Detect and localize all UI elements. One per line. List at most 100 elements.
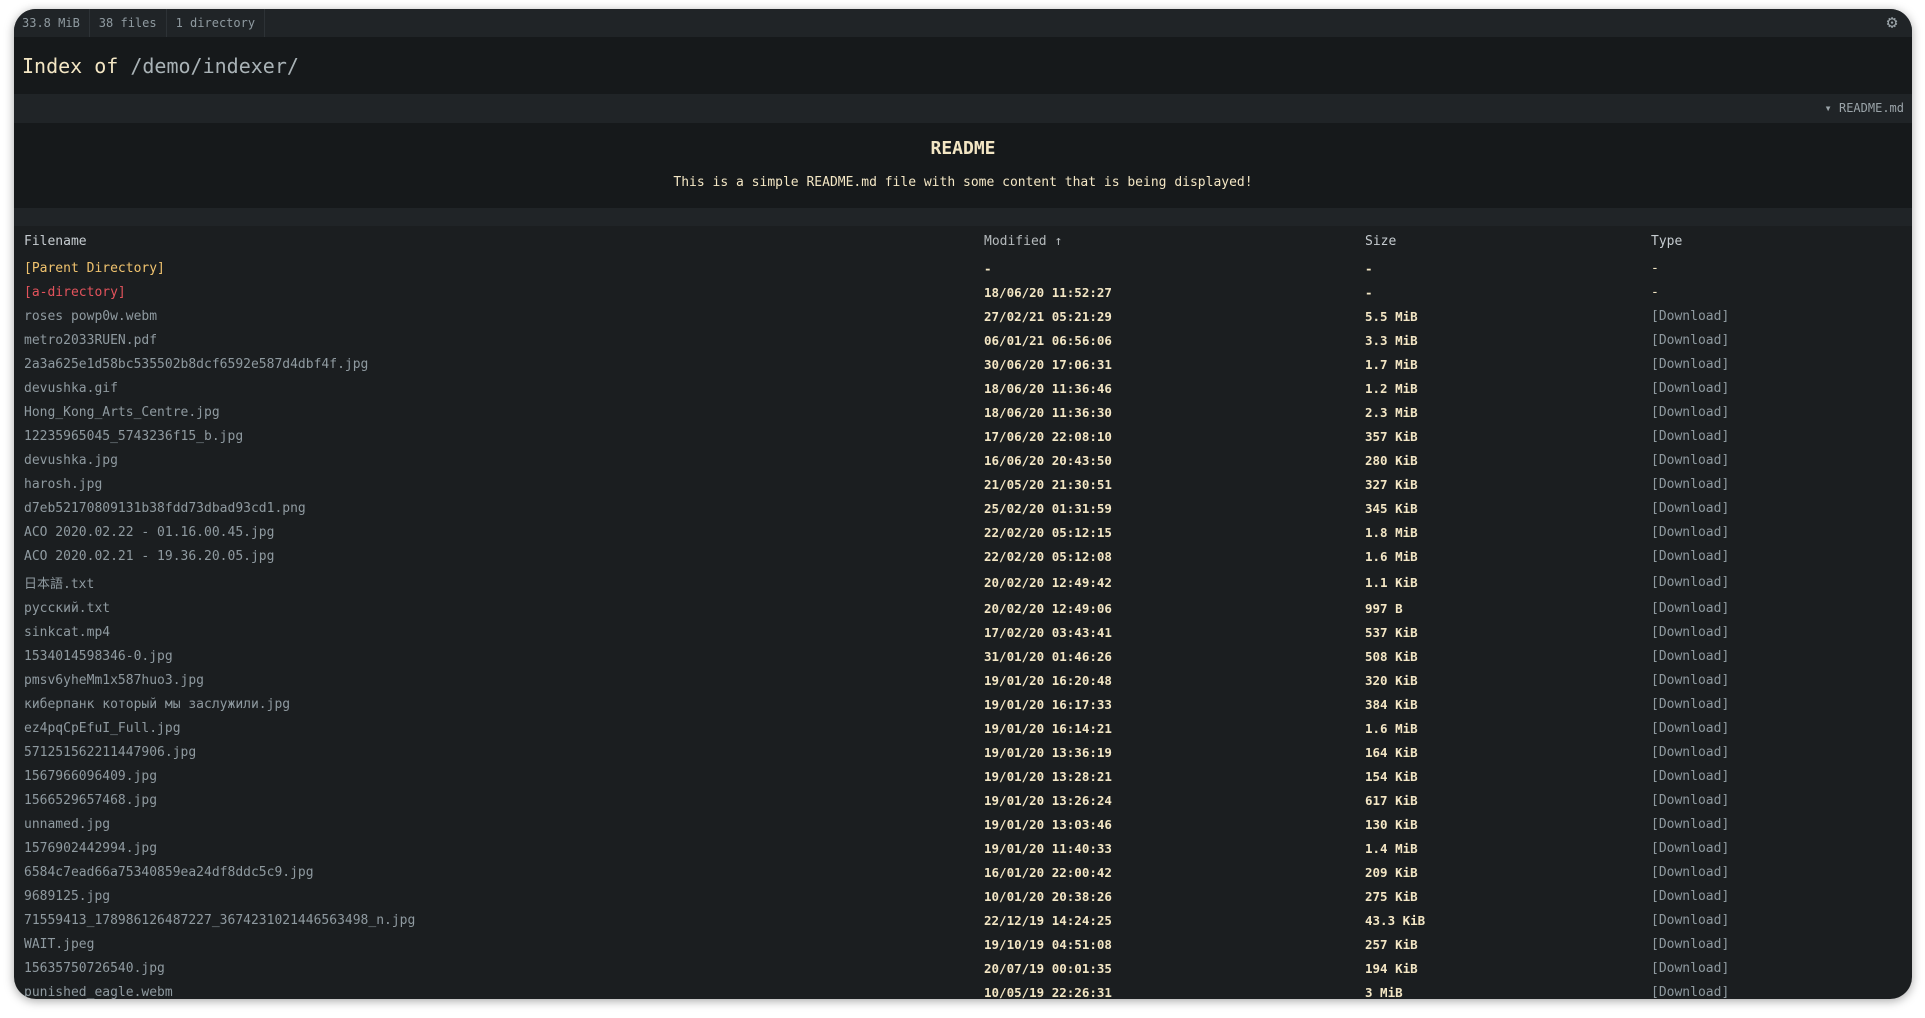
file-count-stat: 38 files [90,9,167,37]
size-cell: 130 KiB [1365,816,1418,832]
size-cell: 43.3 KiB [1365,912,1426,928]
file-link[interactable]: devushka.jpg [14,448,974,472]
modified-cell: 19/01/20 13:36:19 [984,744,1112,760]
file-link[interactable]: pmsv6yheMm1x587huo3.jpg [14,668,974,692]
download-link[interactable]: [Download] [1641,716,1912,740]
file-link[interactable]: harosh.jpg [14,472,974,496]
directory-link[interactable]: [a-directory] [14,280,974,304]
download-link[interactable]: [Download] [1641,596,1912,620]
size-cell: 357 KiB [1365,428,1418,444]
file-link[interactable]: 71559413_178986126487227_367423102144656… [14,908,974,932]
download-link[interactable]: [Download] [1641,496,1912,520]
modified-cell: 19/01/20 16:14:21 [984,720,1112,736]
download-link[interactable]: [Download] [1641,520,1912,544]
file-link[interactable]: 日本語.txt [14,568,974,596]
download-link[interactable]: [Download] [1641,884,1912,908]
download-link[interactable]: [Download] [1641,860,1912,884]
table-row: 1566529657468.jpg 19/01/20 13:26:24 617 Ki… [14,788,1912,812]
file-link[interactable]: 15635750726540.jpg [14,956,974,980]
download-link[interactable]: [Download] [1641,448,1912,472]
file-link[interactable]: 1534014598346-0.jpg [14,644,974,668]
column-header-modified[interactable]: Modified ↑ [974,226,1355,256]
download-link[interactable]: [Download] [1641,644,1912,668]
modified-cell: 17/02/20 03:43:41 [984,624,1112,640]
download-link[interactable]: [Download] [1641,932,1912,956]
table-row: metro2033RUEN.pdf 06/01/21 06:56:06 3.3 Mi… [14,328,1912,352]
file-link[interactable]: ACO 2020.02.21 - 19.36.20.05.jpg [14,544,974,568]
download-link[interactable]: [Download] [1641,956,1912,980]
table-row: 571251562211447906.jpg 19/01/20 13:36:19 1… [14,740,1912,764]
download-link[interactable]: [Download] [1641,620,1912,644]
file-link[interactable]: русский.txt [14,596,974,620]
file-link[interactable]: 1567966096409.jpg [14,764,974,788]
file-link[interactable]: unnamed.jpg [14,812,974,836]
file-link[interactable]: Hong_Kong_Arts_Centre.jpg [14,400,974,424]
download-link[interactable]: [Download] [1641,764,1912,788]
file-link[interactable]: киберпанк который мы заслужили.jpg [14,692,974,716]
modified-cell: - [984,260,992,276]
modified-cell: 19/01/20 13:28:21 [984,768,1112,784]
download-link[interactable]: [Download] [1641,836,1912,860]
size-cell: 508 KiB [1365,648,1418,664]
file-link[interactable]: 1566529657468.jpg [14,788,974,812]
readme-toggle[interactable]: ▾ README.md [14,94,1912,123]
download-link[interactable]: [Download] [1641,788,1912,812]
file-link[interactable]: 6584c7ead66a75340859ea24df8ddc5c9.jpg [14,860,974,884]
download-link[interactable]: [Download] [1641,568,1912,596]
download-link[interactable]: [Download] [1641,692,1912,716]
file-link[interactable]: ez4pqCpEfuI_Full.jpg [14,716,974,740]
file-link[interactable]: metro2033RUEN.pdf [14,328,974,352]
file-link[interactable]: sinkcat.mp4 [14,620,974,644]
download-link[interactable]: [Download] [1641,328,1912,352]
file-link[interactable]: 1576902442994.jpg [14,836,974,860]
file-link[interactable]: punished_eagle.webm [14,980,974,1000]
download-link[interactable]: [Download] [1641,544,1912,568]
download-link[interactable]: [Download] [1641,908,1912,932]
column-header-size[interactable]: Size [1355,226,1641,256]
modified-cell: 21/05/20 21:30:51 [984,476,1112,492]
table-row: unnamed.jpg 19/01/20 13:03:46 130 KiB [Down… [14,812,1912,836]
table-row: 1534014598346-0.jpg 31/01/20 01:46:26 508 … [14,644,1912,668]
download-link[interactable]: [Download] [1641,980,1912,1000]
file-link[interactable]: 2a3a625e1d58bc535502b8dcf6592e587d4dbf4f… [14,352,974,376]
page-title-prefix: Index of [22,53,119,78]
size-cell: 275 KiB [1365,888,1418,904]
file-index-window: 33.8 MiB 38 files 1 directory ⚙ Index of… [14,9,1912,999]
download-link[interactable]: [Download] [1641,812,1912,836]
modified-cell: 20/02/20 12:49:06 [984,600,1112,616]
file-link[interactable]: roses powp0w.webm [14,304,974,328]
file-link[interactable]: WAIT.jpeg [14,932,974,956]
download-link[interactable]: [Download] [1641,400,1912,424]
column-header-type[interactable]: Type [1641,226,1912,256]
file-link[interactable]: 9689125.jpg [14,884,974,908]
table-row: sinkcat.mp4 17/02/20 03:43:41 537 KiB [Down… [14,620,1912,644]
download-link[interactable]: [Download] [1641,376,1912,400]
file-link[interactable]: d7eb52170809131b38fdd73dbad93cd1.png [14,496,974,520]
column-header-filename[interactable]: Filename [14,226,974,256]
file-link[interactable]: 12235965045_5743236f15_b.jpg [14,424,974,448]
table-row: roses powp0w.webm 27/02/21 05:21:29 5.5 Mi… [14,304,1912,328]
size-cell: 320 KiB [1365,672,1418,688]
modified-cell: 10/05/19 22:26:31 [984,984,1112,1000]
file-link[interactable]: devushka.gif [14,376,974,400]
file-link[interactable]: ACO 2020.02.22 - 01.16.00.45.jpg [14,520,974,544]
table-row: киберпанк который мы заслужили.jpg 19/01/… [14,692,1912,716]
size-cell: 345 KiB [1365,500,1418,516]
download-link[interactable]: [Download] [1641,424,1912,448]
download-link[interactable]: [Download] [1641,352,1912,376]
download-link[interactable]: [Download] [1641,740,1912,764]
modified-cell: 19/01/20 13:03:46 [984,816,1112,832]
size-cell: - [1365,284,1373,300]
download-link[interactable]: [Download] [1641,304,1912,328]
file-link[interactable]: 571251562211447906.jpg [14,740,974,764]
size-cell: 194 KiB [1365,960,1418,976]
download-link[interactable]: [Download] [1641,668,1912,692]
modified-cell: 18/06/20 11:36:46 [984,380,1112,396]
modified-cell: 19/01/20 11:40:33 [984,840,1112,856]
size-cell: 384 KiB [1365,696,1418,712]
size-cell: 1.2 MiB [1365,380,1418,396]
size-cell: 1.4 MiB [1365,840,1418,856]
download-link[interactable]: [Download] [1641,472,1912,496]
gear-icon[interactable]: ⚙ [1882,13,1902,33]
parent-directory-link[interactable]: [Parent Directory] [14,256,974,280]
